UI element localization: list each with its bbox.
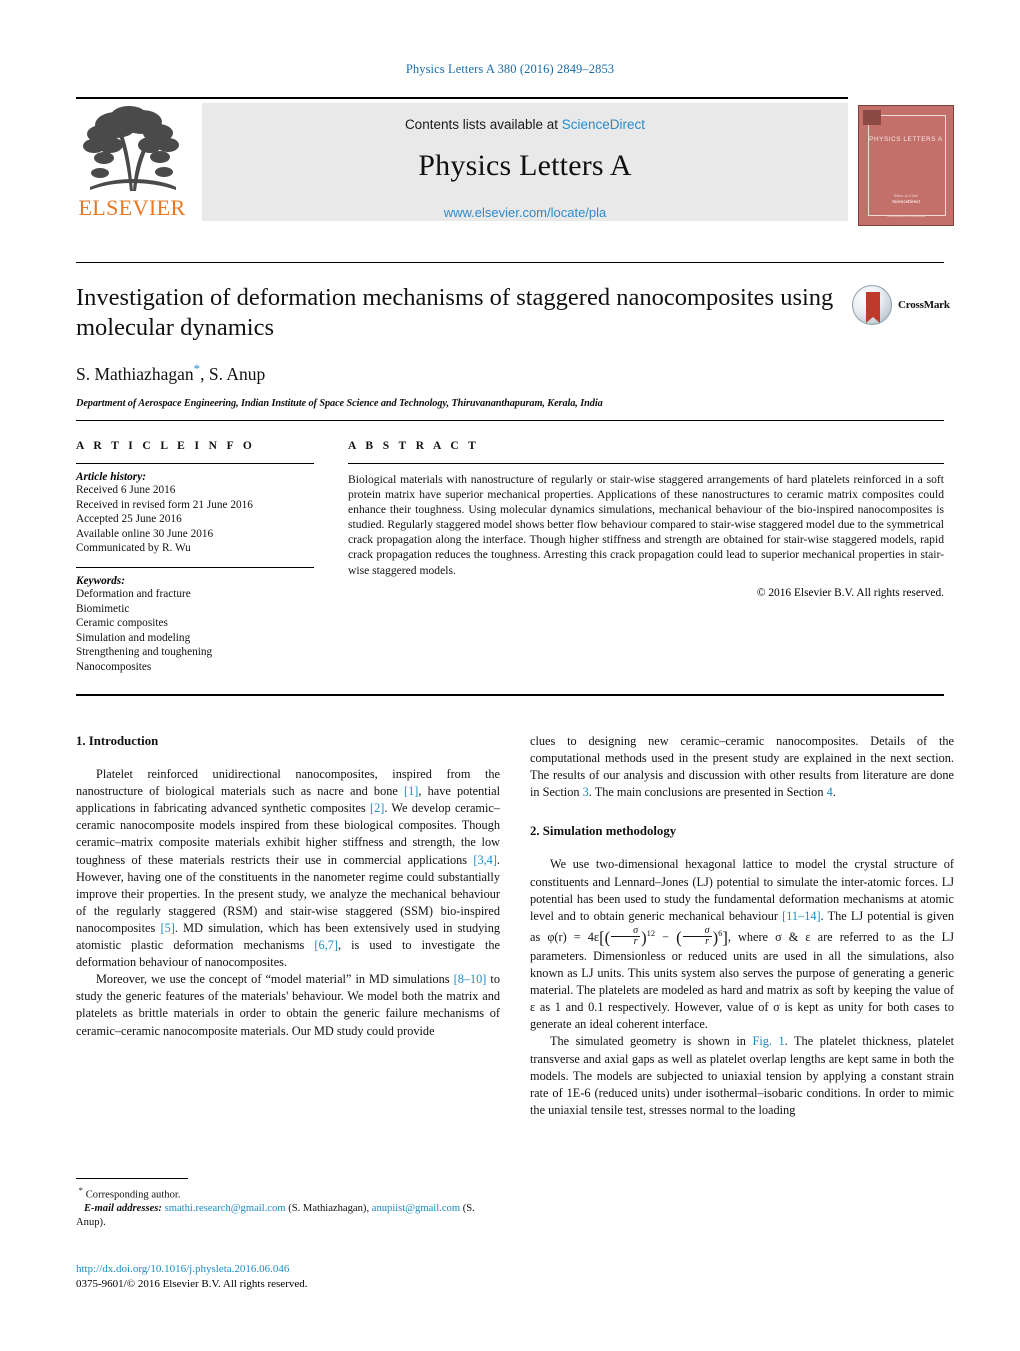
citation-link-5[interactable]: [6,7] — [314, 938, 338, 952]
intro-paragraph-2: Moreover, we use the concept of “model m… — [76, 971, 500, 1039]
section-heading-simulation-methodology: 2. Simulation methodology — [530, 824, 677, 839]
corresponding-author-note: * Corresponding author. — [78, 1185, 181, 1201]
methodology-paragraph-1: We use two-dimensional hexagonal lattice… — [530, 856, 954, 1033]
article-info-section: A R T I C L E I N F O Article history: R… — [76, 440, 314, 675]
citation-link-2[interactable]: [2] — [370, 801, 384, 815]
citation-link-6[interactable]: [8–10] — [454, 972, 487, 986]
body-top-rule — [76, 694, 944, 696]
keywords-block: Keywords: Deformation and fracture Biomi… — [76, 575, 314, 675]
elsevier-tree-icon — [76, 103, 188, 195]
body-column-left: 1. Introduction Platelet reinforced unid… — [76, 733, 500, 1040]
figure-link-1[interactable]: Fig. 1 — [752, 1034, 784, 1048]
doi-link[interactable]: http://dx.doi.org/10.1016/j.physleta.201… — [76, 1262, 500, 1277]
r-symbol: r — [633, 936, 638, 948]
email-link-1[interactable]: smathi.research@gmail.com — [165, 1203, 286, 1214]
author-2: , S. Anup — [200, 363, 266, 384]
crossmark-ribbon-icon — [866, 292, 880, 323]
text-run: . The main conclusions are presented in … — [588, 785, 827, 800]
abstract-section: A B S T R A C T Biological materials wit… — [348, 440, 944, 599]
journal-title: Physics Letters A — [418, 149, 632, 182]
cover-title-text: PHYSICS LETTERS A — [869, 136, 943, 143]
sigma-over-r-2: σr — [682, 924, 712, 948]
doi-block: http://dx.doi.org/10.1016/j.physleta.201… — [76, 1262, 500, 1291]
lennard-jones-equation: φ(r) = 4ε[(σ r)12 − (σ r)6] — [547, 924, 728, 948]
text-run: . — [832, 785, 836, 800]
elsevier-wordmark: ELSEVIER — [78, 195, 186, 220]
article-history-label: Article history: — [76, 471, 146, 483]
journal-band: Contents lists available at ScienceDirec… — [202, 103, 848, 221]
cover-footer-line-2: ScienceDirect — [892, 199, 920, 204]
sigma-over-r-1: σr — [611, 924, 641, 948]
page-title: Investigation of deformation mechanisms … — [76, 284, 834, 341]
info-top-rule — [76, 420, 944, 421]
history-online: Available online 30 June 2016 — [76, 527, 214, 540]
issn-copyright-line: 0375-9601/© 2016 Elsevier B.V. All right… — [76, 1277, 308, 1290]
r-symbol: r — [705, 936, 710, 948]
keywords-label: Keywords: — [76, 574, 125, 587]
methodology-paragraph-2: The simulated geometry is shown in Fig. … — [530, 1033, 954, 1118]
exponent-12: 12 — [646, 928, 656, 938]
keyword-item: Strengthening and toughening — [76, 646, 213, 659]
email-owner-1: (S. Mathiazhagan), — [285, 1203, 370, 1215]
author-1: S. Mathiazhagan — [76, 363, 194, 384]
abstract-copyright: © 2016 Elsevier B.V. All rights reserved… — [756, 586, 944, 599]
running-head: Physics Letters A 380 (2016) 2849–2853 — [405, 62, 615, 76]
email-link-2[interactable]: anupiist@gmail.com — [372, 1203, 460, 1214]
section-heading-introduction: 1. Introduction — [76, 734, 159, 748]
abstract-text: Biological materials with nanostructure … — [348, 473, 944, 577]
sigma-symbol: σ — [633, 924, 639, 936]
sigma-symbol: σ — [704, 924, 710, 936]
history-communicated: Communicated by R. Wu — [76, 542, 191, 555]
cover-badge-icon — [863, 110, 881, 125]
elsevier-logo: ELSEVIER — [76, 103, 188, 221]
cover-footer-line-3: www.elsevier.com/locate/pla — [887, 214, 925, 218]
text-run: Moreover, we use the concept of “model m… — [96, 972, 454, 987]
body-column-right: clues to designing new ceramic–ceramic n… — [530, 733, 954, 1119]
corresponding-author-text: Corresponding author. — [85, 1189, 181, 1201]
title-top-rule — [76, 262, 944, 263]
citation-link-4[interactable]: [5] — [160, 921, 174, 935]
footnote-block: * Corresponding author. E-mail addresses… — [76, 1178, 500, 1230]
text-run: The simulated geometry is shown in — [550, 1034, 753, 1049]
footnote-rule — [76, 1178, 188, 1179]
masthead-top-rule — [76, 97, 848, 99]
crossmark-badge[interactable]: CrossMark — [852, 285, 956, 327]
crossmark-circle-icon — [852, 285, 892, 325]
article-info-rule — [76, 463, 314, 464]
text-run: , where σ & ε are referred to as the LJ … — [530, 929, 954, 1032]
citation-link-3[interactable]: [3,4] — [473, 853, 497, 867]
cover-footer-line-1: Editor-in-Chief — [893, 194, 919, 198]
contents-prefix: Contents lists available at — [404, 117, 562, 132]
history-accepted: Accepted 25 June 2016 — [76, 513, 182, 526]
history-revised: Received in revised form 21 June 2016 — [76, 498, 253, 511]
keyword-item: Deformation and fracture — [76, 587, 191, 600]
crossmark-label: CrossMark — [898, 299, 950, 311]
abstract-heading: A B S T R A C T — [348, 440, 480, 452]
author-list: S. Mathiazhagan*, S. Anup — [76, 361, 846, 385]
abstract-rule — [348, 463, 944, 464]
citation-link-7[interactable]: [11–14] — [782, 909, 820, 923]
email-addresses-note: E-mail addresses: smathi.research@gmail.… — [76, 1202, 500, 1229]
journal-cover-thumbnail: PHYSICS LETTERS A Editor-in-Chief Scienc… — [858, 105, 954, 226]
intro-paragraph-1: Platelet reinforced unidirectional nanoc… — [76, 766, 500, 971]
keywords-rule — [76, 566, 314, 568]
keyword-item: Biomimetic — [76, 602, 130, 615]
title-block: Investigation of deformation mechanisms … — [76, 283, 846, 409]
journal-masthead: ELSEVIER Contents lists available at Sci… — [76, 97, 954, 226]
sciencedirect-link[interactable]: ScienceDirect — [562, 117, 645, 132]
keyword-item: Nanocomposites — [76, 660, 152, 673]
citation-link-1[interactable]: [1] — [404, 784, 418, 798]
history-received: Received 6 June 2016 — [76, 484, 176, 496]
equation-prefix: φ(r) = 4ε — [547, 929, 600, 944]
author-affiliation: Department of Aerospace Engineering, Ind… — [76, 397, 603, 409]
contents-available-line: Contents lists available at ScienceDirec… — [202, 103, 848, 132]
journal-article-page: Physics Letters A 380 (2016) 2849–2853 E… — [0, 0, 1020, 1351]
journal-url-link[interactable]: www.elsevier.com/locate/pla — [202, 205, 848, 220]
email-label: E-mail addresses: — [83, 1203, 162, 1215]
keyword-item: Simulation and modeling — [76, 631, 191, 644]
keyword-item: Ceramic composites — [76, 617, 168, 630]
article-info-heading: A R T I C L E I N F O — [76, 440, 256, 452]
intro-paragraph-continued: clues to designing new ceramic–ceramic n… — [530, 733, 954, 801]
